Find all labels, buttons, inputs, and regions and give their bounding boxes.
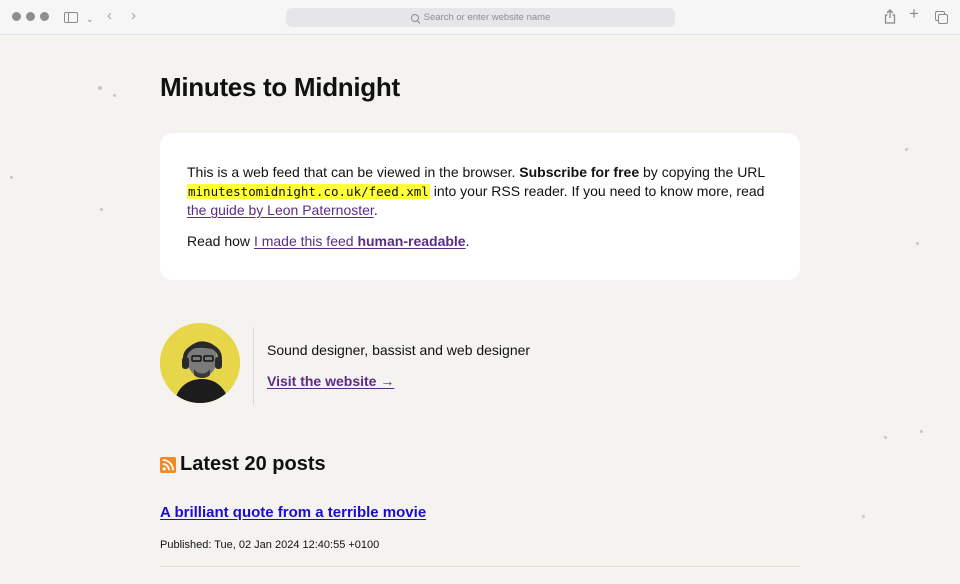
human-readable-link[interactable]: I made this feed human-readable — [254, 233, 466, 249]
tabs-icon[interactable] — [935, 11, 948, 24]
address-bar[interactable]: Search or enter website name — [286, 8, 675, 27]
guide-link[interactable]: the guide by Leon Paternoster — [187, 202, 374, 218]
read-how-text: Read how — [187, 233, 251, 249]
background-speck — [905, 148, 908, 151]
human-readable-paragraph: Read how I made this feed human-readable… — [187, 232, 773, 251]
author-bio: Sound designer, bassist and web designer — [267, 342, 531, 358]
zoom-window-dot[interactable] — [40, 12, 49, 21]
search-icon — [410, 13, 419, 22]
feed-info-paragraph: This is a web feed that can be viewed in… — [187, 163, 773, 220]
background-speck — [100, 208, 103, 211]
reader-text: into your RSS reader. If you need to kno… — [433, 183, 765, 199]
author-section: Sound designer, bassist and web designer… — [160, 323, 800, 405]
posts-heading-text: Latest 20 posts — [180, 453, 326, 475]
post-published: Published: Tue, 02 Jan 2024 12:40:55 +01… — [160, 539, 380, 551]
post-title-link[interactable]: A brilliant quote from a terrible movie — [160, 504, 426, 521]
avatar — [160, 323, 240, 403]
plus-icon[interactable]: + — [909, 5, 919, 22]
back-icon[interactable]: ‹ — [107, 8, 112, 24]
chevron-down-icon[interactable]: ⌄ — [86, 11, 94, 27]
address-bar-placeholder: Search or enter website name — [423, 12, 551, 23]
feed-info-card: This is a web feed that can be viewed in… — [160, 133, 800, 280]
sidebar-icon[interactable] — [64, 12, 78, 23]
minimize-window-dot[interactable] — [26, 12, 35, 21]
background-speck — [862, 515, 865, 518]
period: . — [373, 202, 378, 218]
browser-toolbar: ⌄ ‹ › Search or enter website name + — [0, 0, 960, 35]
background-speck — [113, 94, 116, 97]
background-speck — [10, 176, 13, 179]
close-window-dot[interactable] — [12, 12, 21, 21]
post-divider — [160, 566, 800, 567]
forward-icon[interactable]: › — [131, 8, 136, 24]
posts-heading: Latest 20 posts — [160, 453, 326, 476]
author-divider — [253, 327, 254, 405]
human-readable-link-text: I made this feed — [253, 233, 354, 249]
human-readable-link-bold: human-readable — [357, 233, 466, 249]
rss-icon — [160, 456, 176, 473]
author-photo — [160, 323, 240, 403]
background-speck — [98, 86, 102, 90]
page-title: Minutes to Midnight — [160, 72, 400, 102]
subscribe-bold: Subscribe for free — [519, 164, 640, 180]
window-controls[interactable] — [12, 12, 49, 21]
copy-text: by copying the URL — [643, 164, 765, 180]
share-icon[interactable] — [884, 9, 896, 24]
background-speck — [920, 430, 923, 433]
background-speck — [916, 242, 919, 245]
intro-text: This is a web feed that can be viewed in… — [187, 164, 516, 180]
period: . — [465, 233, 470, 249]
background-speck — [884, 436, 887, 439]
visit-website-link[interactable]: Visit the website → — [267, 373, 394, 389]
feed-url[interactable]: minutestomidnight.co.uk/feed.xml — [187, 184, 430, 199]
